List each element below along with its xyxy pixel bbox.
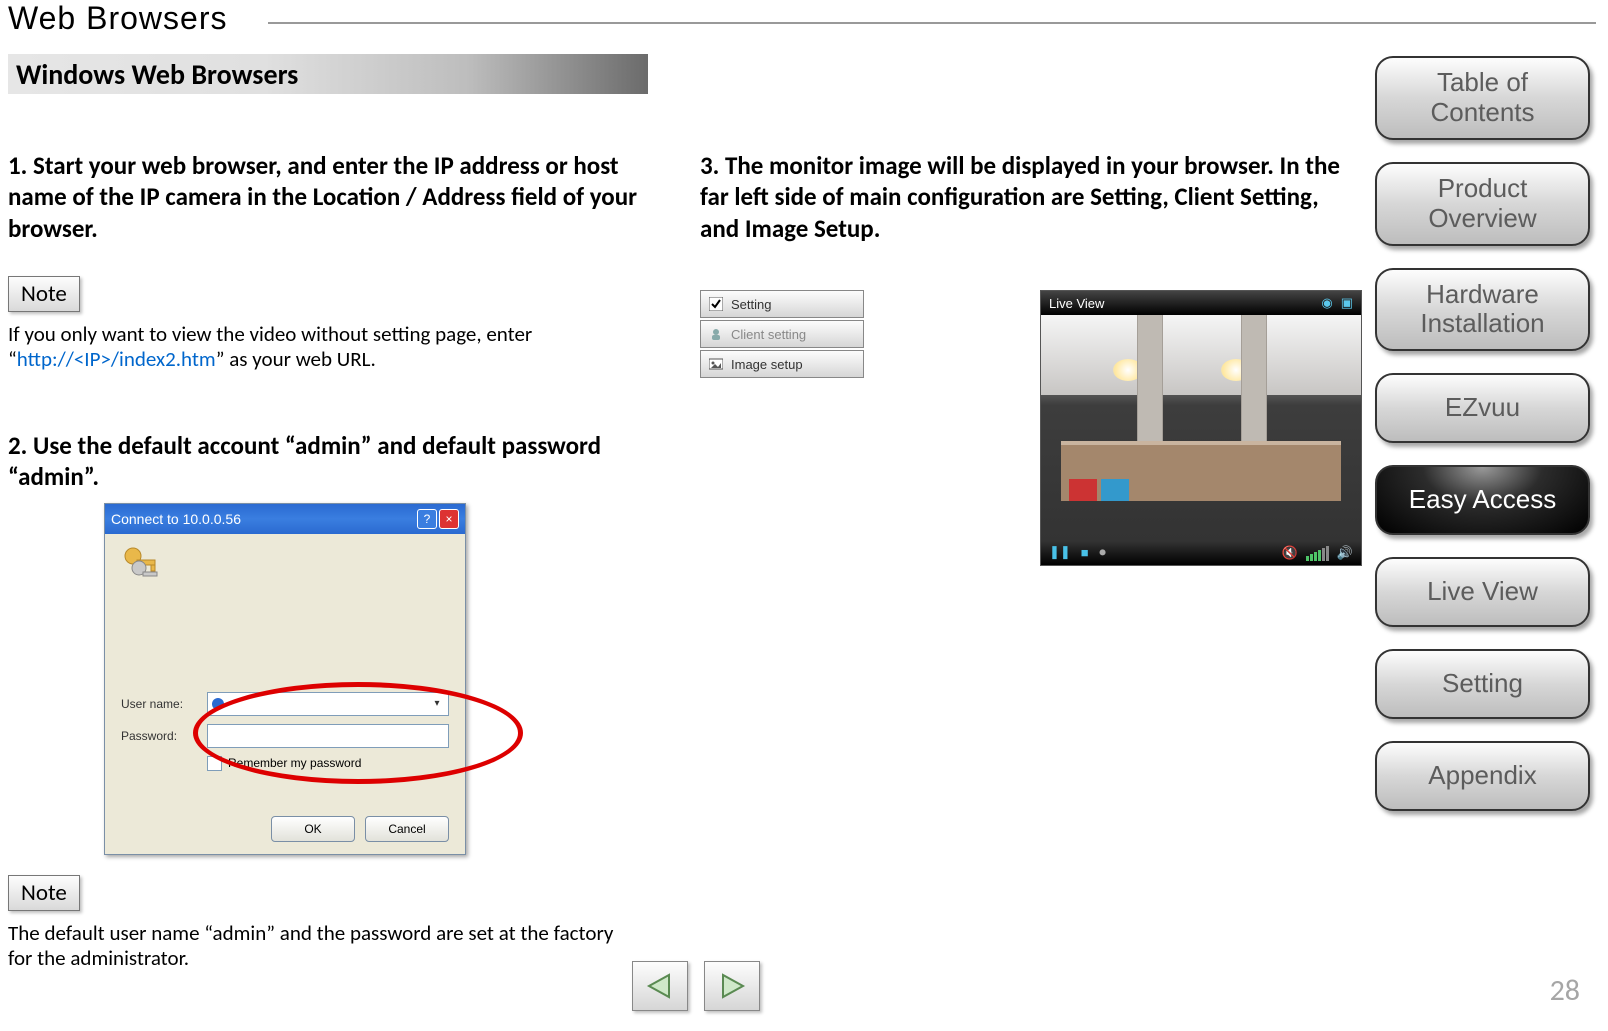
record-icon[interactable]: ● — [1099, 545, 1107, 561]
username-row: User name: ▾ — [121, 692, 449, 716]
note-2-text: The default user name “admin” and the pa… — [8, 921, 628, 971]
username-field[interactable]: ▾ — [207, 692, 449, 716]
ok-button[interactable]: OK — [271, 816, 355, 842]
note-1-label: Note — [8, 276, 80, 312]
section-heading: Windows Web Browsers — [16, 57, 298, 92]
nav-hardware-installation[interactable]: Hardware Installation — [1375, 268, 1590, 352]
mute-icon[interactable]: 🔇 — [1282, 546, 1298, 561]
triangle-right-icon — [717, 971, 747, 1001]
page-number: 28 — [1550, 972, 1580, 1009]
password-row: Password: — [121, 724, 449, 748]
nav-live-view-label: Live View — [1427, 576, 1538, 606]
login-titlebar: Connect to 10.0.0.56 ? × — [105, 504, 465, 534]
panel-image-setup[interactable]: Image setup — [700, 350, 864, 378]
pager — [632, 961, 760, 1011]
stop-icon[interactable]: ■ — [1081, 545, 1089, 561]
live-view-box: Live View ◉ ▣ ❚❚ ■ ● 🔇 🔊 — [1040, 290, 1362, 566]
username-label: User name: — [121, 697, 207, 711]
nav-table-of-contents[interactable]: Table of Contents — [1375, 56, 1590, 140]
nav-setting-label: Setting — [1442, 668, 1523, 698]
nav-easy-access-label: Easy Access — [1409, 484, 1556, 514]
nav-po-line2: Overview — [1385, 204, 1580, 234]
nav-setting[interactable]: Setting — [1375, 649, 1590, 719]
login-title: Connect to 10.0.0.56 — [111, 511, 241, 527]
volume-bars[interactable] — [1306, 546, 1329, 561]
nav-easy-access[interactable]: Easy Access — [1375, 465, 1590, 535]
keys-icon — [117, 544, 161, 588]
note-2-label: Note — [8, 875, 80, 911]
note-1-text: If you only want to view the video witho… — [8, 322, 648, 372]
config-panel-stack: Setting Client setting Image setup — [700, 290, 864, 380]
close-icon[interactable]: × — [439, 509, 459, 529]
remember-checkbox[interactable] — [207, 756, 222, 771]
password-label: Password: — [121, 729, 207, 743]
nav-ezvuu[interactable]: EZvuu — [1375, 373, 1590, 443]
live-view-title: Live View — [1049, 296, 1104, 311]
note-1-suffix: ” as your web URL. — [216, 346, 376, 372]
nav-hw-line2: Installation — [1385, 309, 1580, 339]
snapshot-icon[interactable]: ▣ — [1341, 295, 1353, 311]
live-view-footer: ❚❚ ■ ● 🔇 🔊 — [1041, 541, 1361, 565]
titlebar-buttons: ? × — [417, 509, 459, 529]
speaker-icon[interactable]: 🔊 — [1337, 546, 1353, 561]
nav-toc-line1: Table of — [1385, 68, 1580, 98]
title-rule — [268, 22, 1596, 24]
nav-toc-line2: Contents — [1385, 98, 1580, 128]
left-column: 1. Start your web browser, and enter the… — [8, 150, 648, 971]
camera-icon[interactable]: ◉ — [1321, 295, 1332, 311]
page-title: Web Browsers — [8, 0, 227, 37]
remember-label: Remember my password — [228, 756, 361, 770]
pause-icon[interactable]: ❚❚ — [1049, 545, 1071, 561]
chevron-down-icon[interactable]: ▾ — [430, 698, 444, 709]
person-icon — [709, 327, 723, 341]
nav-live-view[interactable]: Live View — [1375, 557, 1590, 627]
nav-ezvuu-label: EZvuu — [1445, 392, 1520, 422]
login-dialog: Connect to 10.0.0.56 ? × User name: ▾ — [104, 503, 466, 855]
password-field[interactable] — [207, 724, 449, 748]
nav-appendix[interactable]: Appendix — [1375, 741, 1590, 811]
step-3: 3. The monitor image will be displayed i… — [700, 150, 1340, 244]
remember-row: Remember my password — [207, 756, 449, 771]
live-view-header: Live View ◉ ▣ — [1041, 291, 1361, 315]
panel-image-label: Image setup — [731, 357, 803, 372]
cancel-button[interactable]: Cancel — [365, 816, 449, 842]
step-1: 1. Start your web browser, and enter the… — [8, 150, 648, 244]
triangle-left-icon — [645, 971, 675, 1001]
check-icon — [709, 297, 723, 311]
person-icon — [212, 698, 224, 710]
note-1-link: http://<IP>/index2.htm — [17, 346, 216, 372]
prev-page-button[interactable] — [632, 961, 688, 1011]
panel-setting-label: Setting — [731, 297, 771, 312]
image-icon — [709, 357, 723, 371]
panel-setting[interactable]: Setting — [700, 290, 864, 318]
help-icon[interactable]: ? — [417, 509, 437, 529]
panel-client-setting[interactable]: Client setting — [700, 320, 864, 348]
section-heading-bar: Windows Web Browsers — [8, 54, 648, 94]
right-column: 3. The monitor image will be displayed i… — [700, 150, 1340, 244]
nav-product-overview[interactable]: Product Overview — [1375, 162, 1590, 246]
next-page-button[interactable] — [704, 961, 760, 1011]
sidebar-nav: Table of Contents Product Overview Hardw… — [1375, 56, 1590, 811]
live-view-scene — [1041, 315, 1361, 541]
nav-hw-line1: Hardware — [1385, 280, 1580, 310]
step-2: 2. Use the default account “admin” and d… — [8, 430, 648, 493]
panel-client-label: Client setting — [731, 327, 806, 342]
nav-appendix-label: Appendix — [1428, 760, 1536, 790]
nav-po-line1: Product — [1385, 174, 1580, 204]
